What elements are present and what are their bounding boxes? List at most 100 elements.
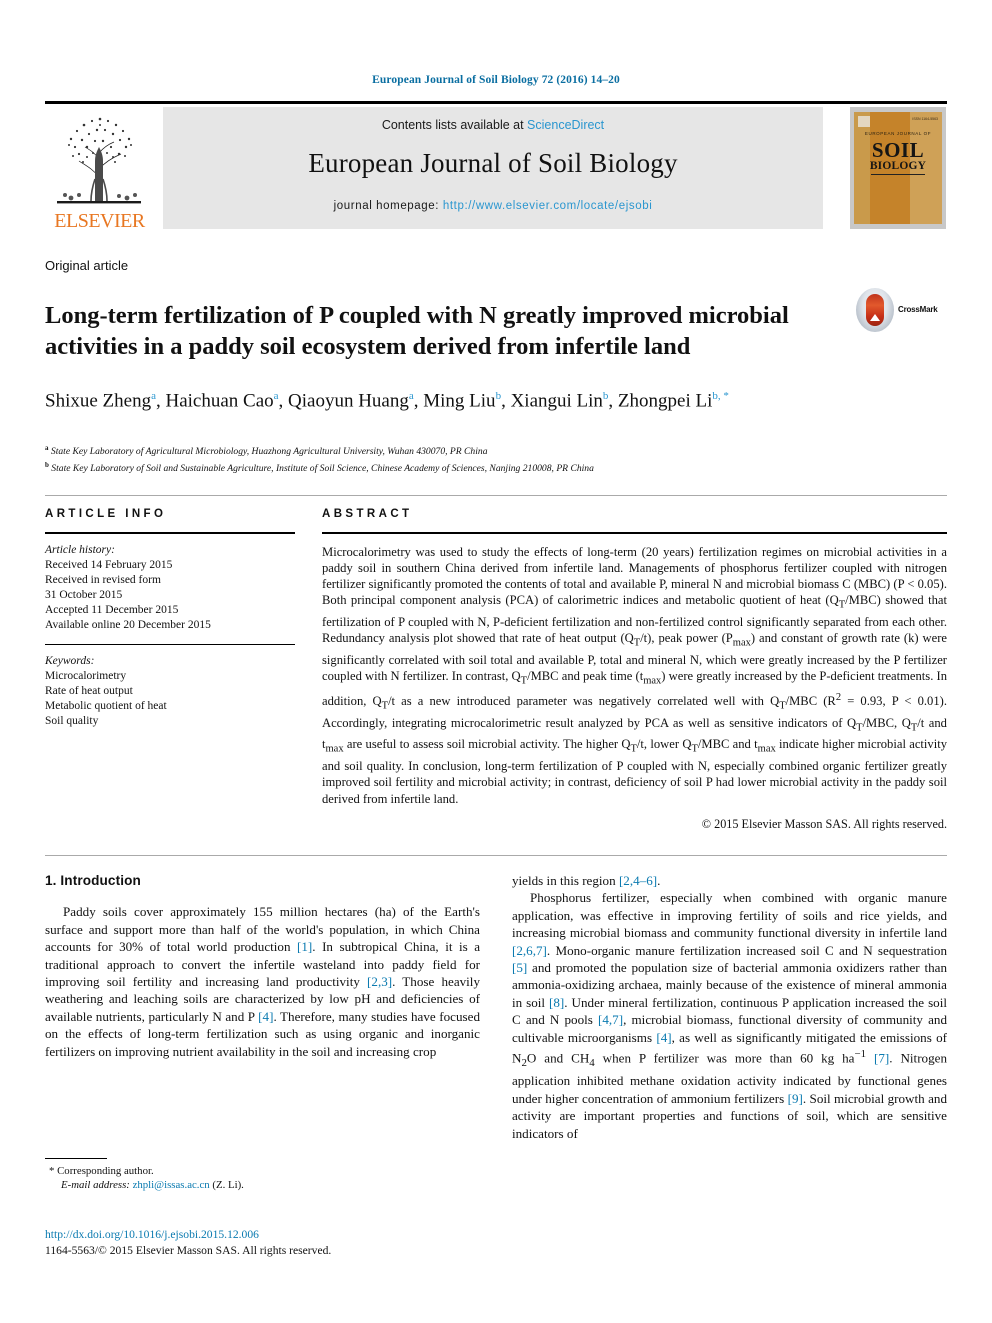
history-item: Received in revised form — [45, 573, 161, 586]
email-link[interactable]: zhpli@issas.ac.cn — [133, 1179, 210, 1191]
author-name: Haichuan Cao — [165, 390, 274, 412]
elsevier-tree-icon — [51, 109, 147, 207]
running-head: European Journal of Soil Biology 72 (201… — [372, 74, 620, 86]
corresponding-author-line: * Corresponding author. — [45, 1164, 480, 1178]
email-label: E-mail address: — [61, 1179, 130, 1191]
author-affiliation-marker: a — [273, 390, 279, 402]
reference-link[interactable]: [8] — [549, 995, 564, 1010]
reference-link[interactable]: [1] — [297, 939, 312, 954]
reference-link[interactable]: [5] — [512, 960, 527, 975]
abstract-heading: ABSTRACT — [322, 508, 413, 520]
keyword-item: Metabolic quotient of heat — [45, 699, 167, 712]
elsevier-logo: ELSEVIER — [47, 107, 152, 234]
keyword-item: Soil quality — [45, 714, 99, 727]
doi-link[interactable]: http://dx.doi.org/10.1016/j.ejsobi.2015.… — [45, 1228, 259, 1241]
footnote-rule — [45, 1158, 107, 1159]
reference-link[interactable]: [2,4–6] — [619, 873, 657, 888]
author-name: Ming Liu — [423, 390, 496, 412]
info-block-top-rule — [45, 495, 947, 496]
abstract-column: ABSTRACT Microcalorimetry was used to st… — [322, 508, 947, 832]
abstract-copyright: © 2015 Elsevier Masson SAS. All rights r… — [701, 816, 947, 831]
reference-link[interactable]: [2,6,7] — [512, 943, 547, 958]
cover-issn-code: ISSN 1164-5563 — [912, 117, 938, 121]
masthead-top-rule — [45, 101, 947, 104]
homepage-url[interactable]: http://www.elsevier.com/locate/ejsobi — [443, 200, 652, 212]
homepage-label: journal homepage: — [333, 200, 443, 212]
article-type: Original article — [45, 258, 129, 273]
author-affiliation-marker: b — [602, 390, 609, 402]
issn-copyright-line: 1164-5563/© 2015 Elsevier Masson SAS. Al… — [45, 1243, 332, 1257]
cover-underline — [871, 174, 925, 176]
journal-homepage-line: journal homepage: http://www.elsevier.co… — [163, 200, 823, 212]
contents-prefix: Contents lists available at — [381, 118, 528, 132]
affiliation-marker: a — [45, 444, 49, 452]
affiliation-item: a State Key Laboratory of Agricultural M… — [45, 444, 488, 458]
journal-article-page: European Journal of Soil Biology 72 (201… — [0, 0, 992, 1323]
author-affiliation-marker: b, * — [712, 390, 729, 402]
reference-link[interactable]: [4] — [656, 1030, 671, 1045]
intro-paragraph-2: Phosphorus fertilizer, especially when c… — [512, 890, 948, 1141]
corresponding-author-footnote: * Corresponding author. E-mail address: … — [45, 1158, 480, 1192]
crossmark-label: CrossMark — [898, 305, 938, 314]
cover-eyebrow: EUROPEAN JOURNAL OF — [864, 131, 932, 136]
author-name: Qiaoyun Huang — [288, 390, 409, 412]
reference-link[interactable]: [4,7] — [598, 1012, 623, 1027]
author-affiliation-marker: a — [151, 390, 156, 402]
reference-link[interactable]: [7] — [874, 1050, 889, 1065]
article-info-heading: ARTICLE INFO — [45, 508, 167, 520]
author-affiliation-marker: a — [408, 390, 414, 402]
contents-lists-line: Contents lists available at ScienceDirec… — [163, 118, 823, 132]
reference-link[interactable]: [9] — [788, 1091, 803, 1106]
email-owner: (Z. Li). — [212, 1179, 244, 1191]
corresponding-marker: * — [49, 1165, 55, 1177]
history-item: 31 October 2015 — [45, 588, 123, 601]
intro-paragraph-1: Paddy soils cover approximately 155 mill… — [45, 904, 481, 1059]
body-column-left: 1. Introduction Paddy soils cover approx… — [45, 872, 480, 1060]
author-name: Zhongpei Li — [617, 390, 713, 412]
elsevier-wordmark: ELSEVIER — [54, 210, 145, 232]
journal-title: European Journal of Soil Biology — [308, 148, 678, 178]
cover-title-line2: BIOLOGY — [869, 160, 927, 172]
crossmark-badge[interactable]: CrossMark — [856, 288, 942, 336]
info-block-bottom-rule — [45, 855, 947, 856]
section-heading-introduction: 1. Introduction — [45, 873, 141, 888]
intro-carryover: yields in this region [2,4–6]. — [512, 873, 661, 888]
corresponding-label: Corresponding author. — [57, 1165, 154, 1177]
keywords-rule — [45, 643, 295, 645]
body-column-right: yields in this region [2,4–6]. Phosphoru… — [512, 872, 947, 1142]
affiliation-list: a State Key Laboratory of Agricultural M… — [45, 442, 845, 475]
affiliation-item: b State Key Laboratory of Soil and Susta… — [45, 460, 594, 474]
article-title: Long-term fertilization of P coupled wit… — [45, 302, 789, 361]
article-info-rule — [45, 532, 295, 534]
keyword-item: Microcalorimetry — [45, 669, 127, 682]
author-name: Xiangui Lin — [510, 390, 603, 412]
journal-cover-thumbnail: ISSN 1164-5563 EUROPEAN JOURNAL OF SOIL … — [850, 107, 946, 229]
journal-banner: Contents lists available at ScienceDirec… — [163, 107, 823, 229]
article-history: Article history: Received 14 February 20… — [45, 543, 295, 633]
abstract-rule — [322, 532, 947, 534]
keywords-label: Keywords: — [45, 654, 95, 667]
author-list: Shixue Zhenga, Haichuan Caoa, Qiaoyun Hu… — [45, 390, 729, 412]
author-affiliation-marker: b — [495, 390, 502, 402]
keywords-block: Keywords: Microcalorimetry Rate of heat … — [45, 654, 295, 729]
history-item: Available online 20 December 2015 — [45, 618, 211, 631]
crossmark-arrow-icon — [870, 314, 880, 321]
email-line: E-mail address: zhpli@issas.ac.cn (Z. Li… — [45, 1178, 480, 1192]
cover-artwork: ISSN 1164-5563 EUROPEAN JOURNAL OF SOIL … — [854, 112, 942, 224]
reference-link[interactable]: [4] — [258, 1009, 273, 1024]
affiliation-marker: b — [45, 460, 49, 469]
history-item: Accepted 11 December 2015 — [45, 603, 179, 616]
doi-block: http://dx.doi.org/10.1016/j.ejsobi.2015.… — [45, 1227, 545, 1258]
crossmark-shield-icon — [866, 294, 884, 326]
journal-masthead: ELSEVIER Contents lists available at Sci… — [45, 101, 947, 234]
abstract-text: Microcalorimetry was used to study the e… — [322, 544, 948, 806]
history-item: Received 14 February 2015 — [45, 558, 173, 571]
sciencedirect-link[interactable]: ScienceDirect — [527, 118, 604, 132]
reference-link[interactable]: [2,3] — [367, 974, 392, 989]
author-name: Shixue Zheng — [45, 390, 152, 412]
crossmark-oval-icon — [856, 288, 894, 332]
cover-elsevier-mark-icon — [858, 116, 870, 127]
keyword-item: Rate of heat output — [45, 684, 133, 697]
article-info-column: ARTICLE INFO Article history: Received 1… — [45, 508, 295, 729]
article-history-label: Article history: — [45, 543, 115, 556]
